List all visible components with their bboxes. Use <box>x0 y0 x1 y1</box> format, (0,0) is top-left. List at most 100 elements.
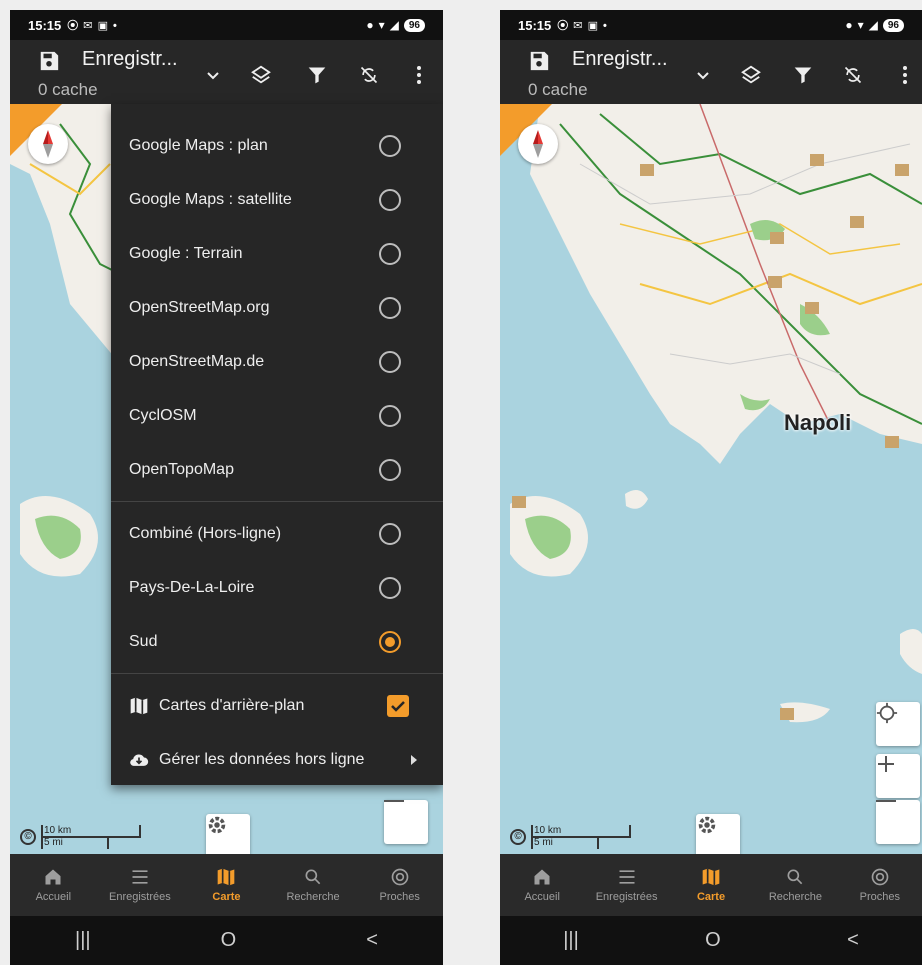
chevron-down-icon[interactable] <box>200 62 226 88</box>
gear-icon <box>208 816 226 834</box>
home-button[interactable]: O <box>705 929 721 952</box>
minus-icon <box>384 800 404 802</box>
layer-option-google-satellite[interactable]: Google Maps : satellite <box>111 173 443 227</box>
gear-icon <box>698 816 716 834</box>
filter-icon[interactable] <box>304 62 330 88</box>
nav-search[interactable]: Recherche <box>270 854 357 916</box>
nav-label: Accueil <box>524 891 560 903</box>
cloud-download-icon <box>130 754 149 766</box>
phone-screen-right: 15:15 ⦿ ✉ ▣ • ● ▾ ◢ 96 Enregistr... 0 ca… <box>500 10 922 965</box>
radio-button[interactable] <box>379 459 401 481</box>
nav-nearby[interactable]: Proches <box>838 854 922 916</box>
radio-button[interactable] <box>379 577 401 599</box>
nav-label: Enregistrées <box>109 891 171 903</box>
nav-search[interactable]: Recherche <box>753 854 837 916</box>
signal-icon: ◢ <box>389 18 399 32</box>
back-button[interactable]: < <box>366 929 378 952</box>
map-icon <box>702 868 720 886</box>
zoom-in-button[interactable] <box>876 754 920 798</box>
layer-option-opentopomap[interactable]: OpenTopoMap <box>111 443 443 497</box>
signal-icon: ◢ <box>868 18 878 32</box>
scale-bar: © 10 km 5 mi <box>20 822 141 852</box>
battery-icon: 96 <box>403 18 425 32</box>
layer-option-sud[interactable]: Sud <box>111 615 443 669</box>
radio-button[interactable] <box>379 243 401 265</box>
chevron-down-icon[interactable] <box>690 62 716 88</box>
nav-home[interactable]: Accueil <box>10 854 97 916</box>
recents-button[interactable]: ||| <box>563 929 579 952</box>
compass-icon[interactable] <box>518 124 558 164</box>
nav-map[interactable]: Carte <box>183 854 270 916</box>
layer-label: Sud <box>129 633 158 650</box>
top-app-bar: Enregistr... 0 cache <box>10 40 443 104</box>
zoom-out-button[interactable] <box>384 800 428 844</box>
copyright-icon[interactable]: © <box>20 829 36 845</box>
search-icon <box>787 869 803 885</box>
home-button[interactable]: O <box>221 929 237 952</box>
menu-divider <box>111 673 443 674</box>
sync-off-icon[interactable] <box>840 62 866 88</box>
more-vert-icon[interactable] <box>406 62 432 88</box>
plus-icon <box>878 756 894 772</box>
status-bar: 15:15 ⦿ ✉ ▣ • ● ▾ ◢ 96 <box>10 10 443 40</box>
radio-button[interactable] <box>379 297 401 319</box>
location-icon: ● <box>845 18 853 32</box>
back-button[interactable]: < <box>847 929 859 952</box>
list-icon <box>619 870 635 884</box>
city-label: Napoli <box>784 410 852 435</box>
save-icon <box>530 51 549 71</box>
layers-icon[interactable] <box>738 62 764 88</box>
layer-option-google-plan[interactable]: Google Maps : plan <box>111 119 443 173</box>
layer-option-cyclosm[interactable]: CyclOSM <box>111 389 443 443</box>
scale-ruler: 10 km 5 mi <box>531 825 631 849</box>
layer-option-pays-de-la-loire[interactable]: Pays-De-La-Loire <box>111 561 443 615</box>
map-settings-button[interactable] <box>206 814 250 854</box>
top-app-bar: Enregistr... 0 cache <box>500 40 922 104</box>
wifi-icon: ▾ <box>378 18 385 32</box>
layer-option-google-terrain[interactable]: Google : Terrain <box>111 227 443 281</box>
layer-option-osm-de[interactable]: OpenStreetMap.de <box>111 335 443 389</box>
checkbox-checked[interactable] <box>387 695 409 717</box>
page-subtitle: 0 cache <box>528 80 588 99</box>
scale-mi: 5 mi <box>44 837 63 848</box>
background-maps-toggle[interactable]: Cartes d'arrière-plan <box>111 679 443 733</box>
status-right: ● ▾ ◢ 96 <box>845 18 904 32</box>
recents-button[interactable]: ||| <box>75 929 91 952</box>
sync-off-icon[interactable] <box>356 62 382 88</box>
layer-label: Google Maps : plan <box>129 137 268 154</box>
layer-label: Pays-De-La-Loire <box>129 579 255 596</box>
chevron-right-icon <box>411 755 417 765</box>
page-title[interactable]: Enregistr... <box>572 48 668 71</box>
nav-label: Enregistrées <box>595 891 658 903</box>
compass-icon[interactable] <box>28 124 68 164</box>
map-view[interactable]: Napoli © 10 km 5 mi <box>500 104 922 854</box>
map-layers-menu: Google Maps : plan Google Maps : satelli… <box>111 104 443 785</box>
more-vert-icon[interactable] <box>892 62 918 88</box>
map-settings-button[interactable] <box>696 814 740 854</box>
manage-offline-data-item[interactable]: Gérer les données hors ligne <box>111 733 443 787</box>
nav-nearby[interactable]: Proches <box>356 854 443 916</box>
radio-button[interactable] <box>379 189 401 211</box>
radio-button[interactable] <box>379 135 401 157</box>
copyright-icon[interactable]: © <box>510 829 526 845</box>
nav-home[interactable]: Accueil <box>500 854 584 916</box>
phone-screen-left: 15:15 ⦿ ✉ ▣ • ● ▾ ◢ 96 Enregistr... 0 ca… <box>10 10 443 965</box>
layers-icon[interactable] <box>248 62 274 88</box>
layer-label: CyclOSM <box>129 407 197 424</box>
layer-option-combined-offline[interactable]: Combiné (Hors-ligne) <box>111 507 443 561</box>
nav-map[interactable]: Carte <box>669 854 753 916</box>
my-location-button[interactable] <box>876 702 920 746</box>
radio-button[interactable] <box>379 351 401 373</box>
notification-icons: ⦿ ✉ ▣ • <box>67 20 118 32</box>
layer-option-osm-org[interactable]: OpenStreetMap.org <box>111 281 443 335</box>
nav-saved[interactable]: Enregistrées <box>584 854 668 916</box>
scale-km: 10 km <box>534 825 562 836</box>
bottom-navigation: Accueil Enregistrées Carte Recherche Pro… <box>500 854 922 916</box>
radio-button-selected[interactable] <box>379 631 401 653</box>
zoom-out-button[interactable] <box>876 800 920 844</box>
nav-saved[interactable]: Enregistrées <box>97 854 184 916</box>
radio-button[interactable] <box>379 523 401 545</box>
filter-icon[interactable] <box>790 62 816 88</box>
radio-button[interactable] <box>379 405 401 427</box>
page-title[interactable]: Enregistr... <box>82 48 178 71</box>
